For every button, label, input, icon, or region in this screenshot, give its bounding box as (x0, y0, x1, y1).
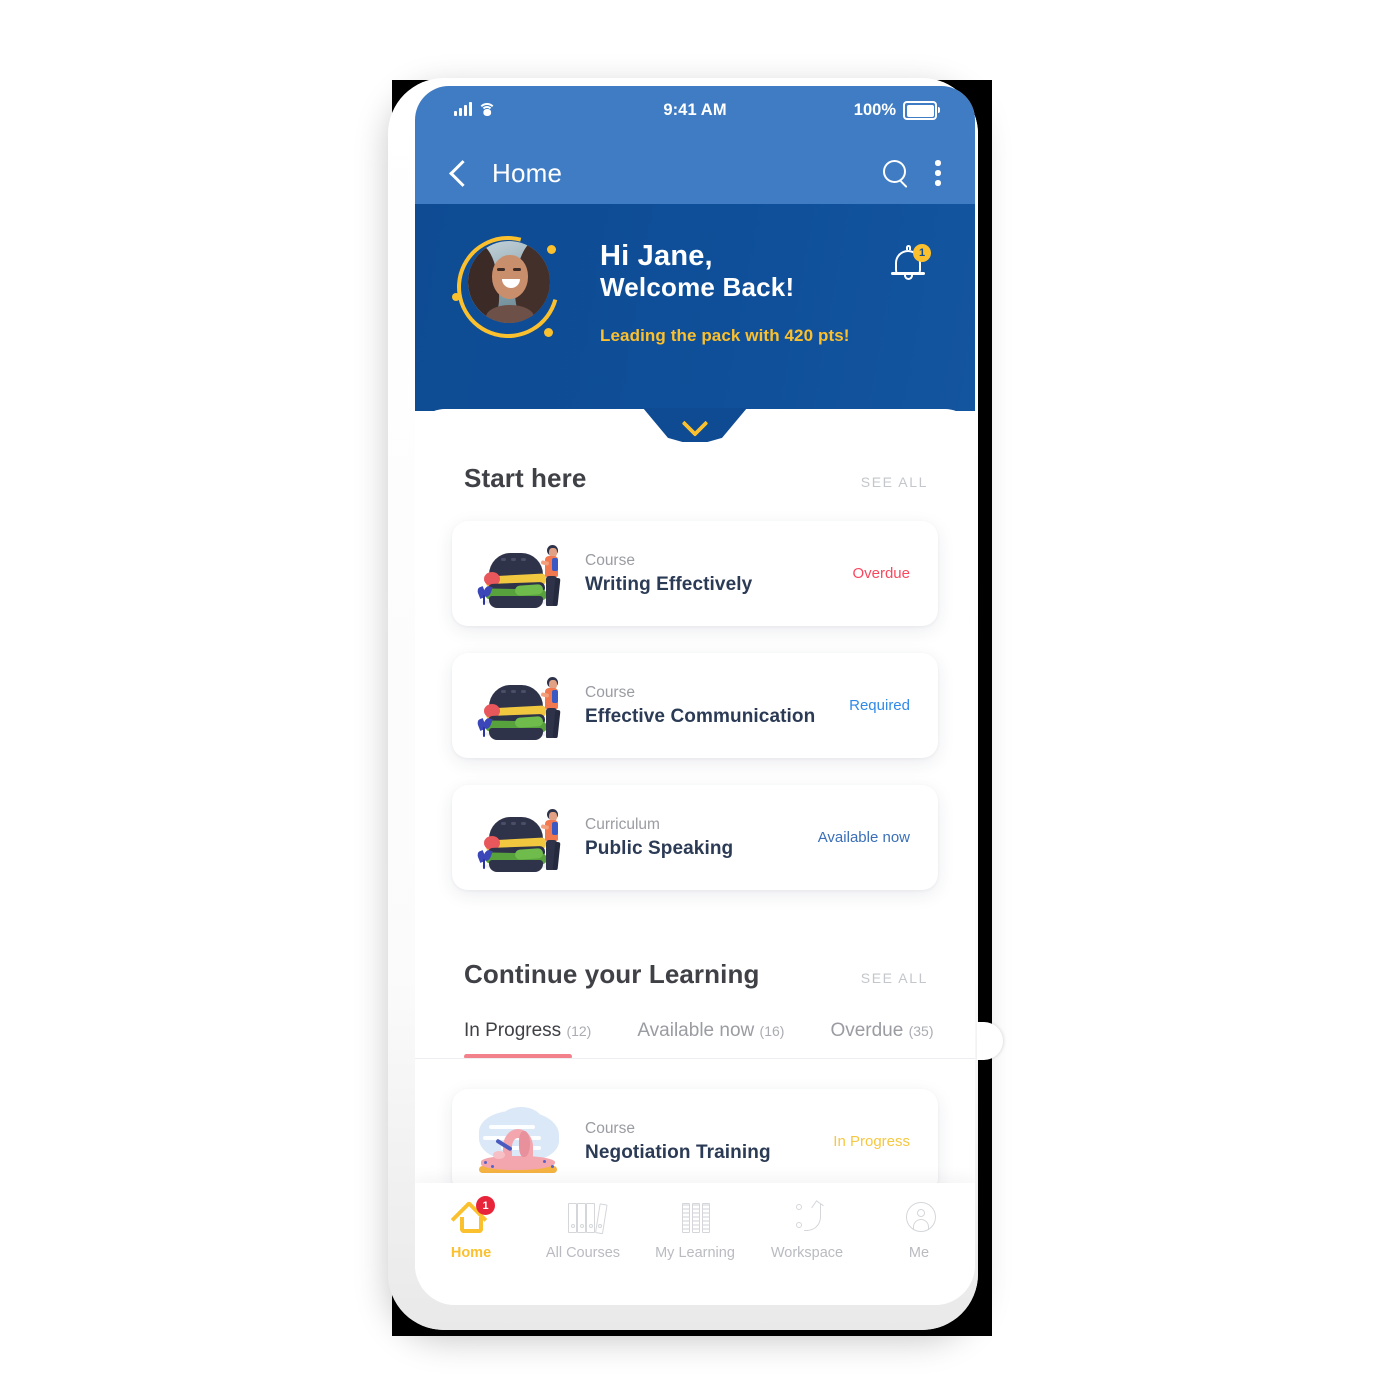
points-message: Leading the pack with 420 pts! (600, 325, 850, 345)
course-status-badge: Overdue (852, 565, 910, 582)
course-card-text: Course Negotiation Training (585, 1117, 833, 1166)
content-sheet: Start here SEE ALL Course Writing Effect… (415, 408, 975, 1281)
phone-side-button[interactable] (977, 1022, 1003, 1060)
nav-item-me[interactable]: Me (867, 1199, 971, 1261)
start-here-title: Start here (464, 463, 587, 493)
nav-item-workspace[interactable]: Workspace (755, 1199, 859, 1261)
course-status-badge: In Progress (833, 1133, 910, 1150)
kebab-menu-icon[interactable] (935, 160, 941, 186)
nav-label: All Courses (545, 1245, 621, 1261)
books-icon (672, 1199, 718, 1237)
course-kind-label: Course (585, 1120, 635, 1138)
burger-illustration (475, 803, 567, 873)
notification-badge: 1 (913, 244, 931, 262)
greeting-line-2: Welcome Back! (600, 272, 795, 303)
tab-label: Overdue (830, 1020, 904, 1041)
scroll-area[interactable]: Hi Jane, Welcome Back! Leading the pack … (415, 204, 975, 1305)
course-kind-label: Curriculum (585, 816, 660, 834)
greeting-block: Hi Jane, Welcome Back! Leading the pack … (600, 240, 850, 346)
start-here-card-list: Course Writing Effectively Overdue Cours… (415, 521, 975, 890)
screenshot-stage: 9:41 AM 100% Home Hi Jane, Welcome Back!… (0, 0, 1400, 1400)
profile-icon (896, 1199, 942, 1237)
course-card-text: Course Effective Communication (585, 681, 849, 730)
course-status-badge: Available now (817, 829, 910, 846)
avatar-dot-decoration (544, 328, 553, 337)
continue-learning-see-all[interactable]: SEE ALL (861, 970, 928, 986)
hero-banner: Hi Jane, Welcome Back! Leading the pack … (415, 204, 975, 411)
avatar[interactable] (438, 217, 578, 357)
status-bar: 9:41 AM 100% (415, 86, 975, 142)
avatar-dot-decoration (547, 245, 556, 254)
course-name-label: Effective Communication (585, 706, 816, 728)
course-name-label: Negotiation Training (585, 1142, 771, 1164)
course-card-text: Curriculum Public Speaking (585, 813, 818, 862)
tab-count: (12) (566, 1023, 592, 1039)
tab-overdue[interactable]: Overdue (35) (830, 1020, 933, 1059)
bottom-navigation: 1 Home All Courses My Learning Workspace… (415, 1183, 975, 1305)
course-status-badge: Required (849, 697, 910, 714)
status-bar-right: 100% (853, 101, 940, 120)
greeting-line-1: Hi Jane, (600, 240, 713, 272)
back-chevron-icon[interactable] (449, 159, 476, 187)
home-icon: 1 (448, 1196, 495, 1238)
phone-screen: 9:41 AM 100% Home Hi Jane, Welcome Back!… (415, 86, 975, 1305)
tab-in-progress[interactable]: In Progress (12) (464, 1020, 591, 1059)
nav-label: My Learning (655, 1245, 735, 1261)
battery-icon (903, 101, 940, 120)
workspace-icon (784, 1199, 830, 1237)
course-name-label: Writing Effectively (585, 574, 753, 596)
beach-swimmer-illustration (475, 1106, 567, 1177)
burger-illustration (475, 671, 567, 741)
burger-illustration (475, 539, 567, 609)
continue-learning-header: Continue your Learning SEE ALL (415, 959, 975, 990)
course-card[interactable]: Course Negotiation Training In Progress (452, 1089, 938, 1194)
nav-item-my-learning[interactable]: My Learning (643, 1199, 747, 1261)
app-bar-actions (883, 160, 941, 188)
chevron-down-icon (681, 410, 709, 437)
nav-label: Me (908, 1245, 930, 1261)
app-bar: Home (415, 142, 975, 204)
tab-count: (16) (759, 1023, 785, 1039)
learning-tabs: In Progress (12) Available now (16) Over… (415, 1020, 975, 1059)
continue-learning-title: Continue your Learning (464, 959, 760, 989)
tabs-divider (415, 1058, 975, 1059)
course-card[interactable]: Course Effective Communication Required (452, 653, 938, 758)
avatar-dot-decoration (452, 293, 460, 301)
course-name-label: Public Speaking (585, 838, 734, 860)
tab-count: (35) (908, 1023, 934, 1039)
course-card-text: Course Writing Effectively (585, 549, 852, 598)
notification-bell-icon[interactable]: 1 (889, 244, 933, 288)
nav-item-all-courses[interactable]: All Courses (531, 1199, 635, 1261)
course-card[interactable]: Course Writing Effectively Overdue (452, 521, 938, 626)
start-here-see-all[interactable]: SEE ALL (861, 474, 928, 490)
tab-label: Available now (637, 1020, 755, 1041)
binders-icon (560, 1199, 608, 1237)
avatar-photo (468, 241, 550, 323)
tab-label: In Progress (464, 1020, 562, 1041)
search-icon[interactable] (883, 160, 909, 188)
nav-label: Workspace (770, 1245, 844, 1261)
nav-label: Home (450, 1245, 492, 1261)
battery-percent-label: 100% (853, 101, 896, 119)
page-title: Home (492, 157, 563, 188)
course-kind-label: Course (585, 684, 635, 702)
home-badge: 1 (476, 1196, 495, 1215)
course-card[interactable]: Curriculum Public Speaking Available now (452, 785, 938, 890)
start-here-header: Start here SEE ALL (415, 463, 975, 494)
tab-available-now[interactable]: Available now (16) (637, 1020, 784, 1059)
nav-item-home[interactable]: 1 Home (419, 1196, 523, 1261)
course-kind-label: Course (585, 552, 635, 570)
